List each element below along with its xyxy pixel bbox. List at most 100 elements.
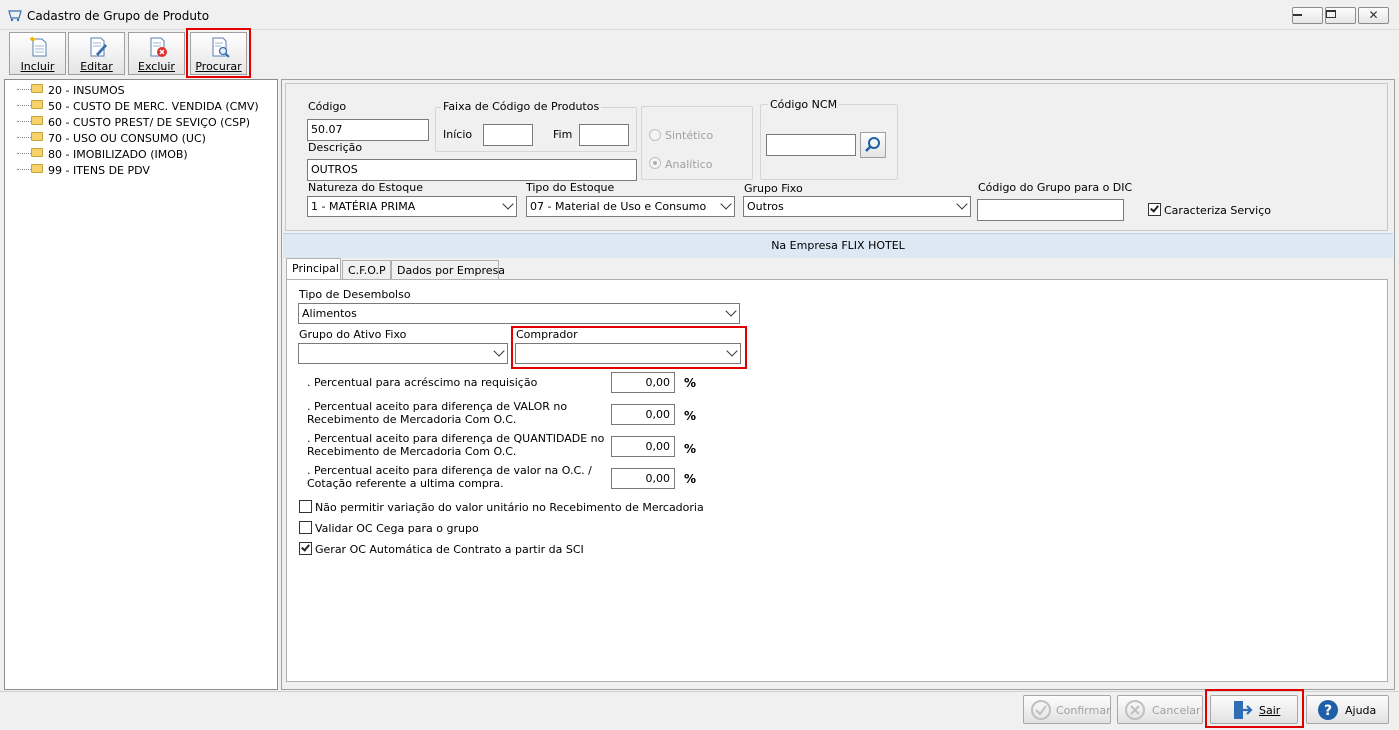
incluir-label: Incluir [20,60,55,73]
desembolso-value: Alimentos [302,307,357,320]
tab-principal[interactable]: Principal [286,258,341,280]
folder-icon [31,164,43,173]
pct-valor-label-2: Recebimento de Mercadoria Com O.C. [307,413,517,426]
tab-dados-por-empresa[interactable]: Dados por Empresa [391,260,505,279]
chevron-down-icon [502,198,514,210]
inicio-input[interactable] [483,124,533,146]
pct-valor-label-1: . Percentual aceito para diferença de VA… [307,400,568,413]
chevron-down-icon [720,198,732,210]
nao-permitir-variacao-checkbox[interactable] [299,500,312,513]
percent-sign: % [684,442,697,456]
editar-button[interactable]: Editar [68,32,125,75]
pct-cotacao-input[interactable]: 0,00 [611,468,675,489]
descricao-label: Descrição [308,141,363,154]
gerar-oc-automatica-checkbox[interactable] [299,542,312,555]
svg-text:?: ? [1324,703,1332,719]
search-document-icon [212,37,230,58]
minimize-button[interactable] [1292,7,1323,24]
pct-acrescimo-label: . Percentual para acréscimo na requisiçã… [307,376,538,389]
sair-button[interactable]: Sair [1210,695,1298,724]
pct-quantidade-input[interactable]: 0,00 [611,436,675,457]
checkmark-icon [301,542,310,552]
search-icon [865,137,880,152]
analitico-radio[interactable] [649,157,661,169]
comprador-select[interactable] [515,343,741,364]
ajuda-label: Ajuda [1345,704,1377,717]
procurar-label: Procurar [195,60,242,73]
procurar-button[interactable]: Procurar [190,32,247,75]
percent-sign: % [684,409,697,423]
edit-document-icon [90,37,107,57]
window-title: Cadastro de Grupo de Produto [27,9,210,23]
percent-sign: % [684,376,697,390]
tree-item[interactable]: 50 - CUSTO DE MERC. VENDIDA (CMV) [5,98,265,114]
descricao-input[interactable]: OUTROS [307,159,637,181]
dic-input[interactable] [977,199,1124,221]
delete-document-icon [150,37,167,57]
ativo-fixo-select[interactable] [298,343,508,364]
editar-label: Editar [80,60,113,73]
confirmar-label: Confirmar [1056,704,1111,717]
tree-item[interactable]: 99 - ITENS DE PDV [5,162,265,178]
faixa-title: Faixa de Código de Produtos [441,100,602,113]
new-document-icon [30,36,47,57]
checkmark-icon [1150,203,1159,213]
pct-valor-input[interactable]: 0,00 [611,404,675,425]
percent-sign: % [684,472,697,486]
tree-item-label: 80 - IMOBILIZADO (IMOB) [48,148,188,161]
sintetico-radio[interactable] [649,129,661,141]
cancel-circle-icon [1125,700,1145,720]
validar-oc-cega-checkbox[interactable] [299,521,312,534]
tipo-estoque-label: Tipo do Estoque [526,181,615,194]
comprador-label: Comprador [516,328,578,341]
ncm-input[interactable] [766,134,856,156]
app-icon [8,10,22,22]
tree-item[interactable]: 70 - USO OU CONSUMO (UC) [5,130,265,146]
dic-label: Código do Grupo para o DIC [978,181,1133,194]
tree-item[interactable]: 60 - CUSTO PREST/ DE SEVIÇO (CSP) [5,114,265,130]
ajuda-button[interactable]: ? Ajuda [1306,695,1389,724]
tab-cfop[interactable]: C.F.O.P [342,260,391,279]
close-button[interactable]: ✕ [1358,7,1389,24]
chevron-down-icon [956,198,968,210]
chevron-down-icon [493,345,505,357]
title-bar [0,0,1399,30]
tree-item-label: 20 - INSUMOS [48,84,125,97]
natureza-select[interactable]: 1 - MATÉRIA PRIMA [307,196,517,217]
tipo-estoque-select[interactable]: 07 - Material de Uso e Consumo [526,196,735,217]
tree-item[interactable]: 80 - IMOBILIZADO (IMOB) [5,146,265,162]
confirmar-button[interactable]: Confirmar [1023,695,1111,724]
incluir-button[interactable]: Incluir [9,32,66,75]
caracteriza-checkbox[interactable] [1148,203,1161,216]
natureza-value: 1 - MATÉRIA PRIMA [311,200,416,213]
desembolso-select[interactable]: Alimentos [298,303,740,324]
tree-item-label: 99 - ITENS DE PDV [48,164,150,177]
fim-input[interactable] [579,124,629,146]
codigo-input[interactable]: 50.07 [307,119,429,141]
excluir-button[interactable]: Excluir [128,32,185,75]
ativo-fixo-label: Grupo do Ativo Fixo [299,328,407,341]
cancelar-label: Cancelar [1152,704,1201,717]
cancelar-button[interactable]: Cancelar [1117,695,1203,724]
grupo-fixo-value: Outros [747,200,784,213]
empresa-banner: Na Empresa FLIX HOTEL [283,233,1393,258]
nao-permitir-variacao-label: Não permitir variação do valor unitário … [315,501,704,514]
pct-acrescimo-input[interactable]: 0,00 [611,372,675,393]
folder-icon [31,100,43,109]
tipo-estoque-value: 07 - Material de Uso e Consumo [530,200,707,213]
sintetico-label: Sintético [665,129,714,142]
excluir-label: Excluir [138,60,175,73]
help-icon: ? [1318,700,1338,720]
ncm-search-button[interactable] [860,132,886,158]
grupo-fixo-select[interactable]: Outros [743,196,971,217]
gerar-oc-automatica-label: Gerar OC Automática de Contrato a partir… [315,543,584,556]
folder-icon [31,148,43,157]
natureza-label: Natureza do Estoque [308,181,423,194]
desembolso-label: Tipo de Desembolso [299,288,411,301]
sair-label: Sair [1259,704,1281,717]
tree-item-label: 50 - CUSTO DE MERC. VENDIDA (CMV) [48,100,259,113]
group-tree[interactable]: 20 - INSUMOS 50 - CUSTO DE MERC. VENDIDA… [4,79,278,690]
restore-button[interactable] [1325,7,1356,24]
tree-item[interactable]: 20 - INSUMOS [5,82,265,98]
chevron-down-icon [726,345,738,357]
